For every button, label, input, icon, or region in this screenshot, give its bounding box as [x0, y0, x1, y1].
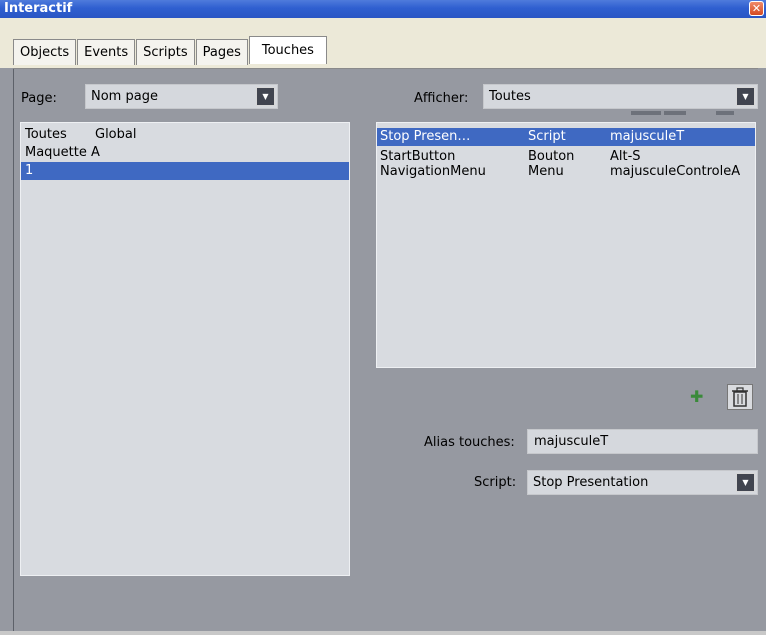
list-item[interactable]: Toutes Global [21, 126, 349, 144]
status-strip [0, 631, 766, 635]
tab-events[interactable]: Events [77, 39, 136, 65]
sort-tab[interactable] [716, 111, 734, 115]
list-item[interactable]: Maquette A [21, 144, 349, 162]
alias-label: Alias touches: [424, 435, 515, 450]
list-item-selected[interactable]: 1 [21, 162, 349, 180]
shortcut-type: Script [528, 129, 566, 144]
chevron-down-icon[interactable]: ▼ [256, 87, 275, 106]
show-select[interactable]: Toutes ▼ [483, 84, 758, 109]
tab-pages[interactable]: Pages [195, 39, 248, 65]
page-label: Page: [21, 91, 57, 106]
alias-field[interactable]: majusculeT [527, 429, 758, 454]
tab-objects[interactable]: Objects [13, 39, 77, 65]
tab-scripts[interactable]: Scripts [136, 39, 195, 65]
window-title: Interactif [4, 1, 73, 16]
chevron-down-icon[interactable]: ▼ [736, 473, 755, 492]
page-list[interactable]: Toutes Global Maquette A 1 [20, 122, 350, 576]
list-item-scope: Global [95, 127, 137, 142]
list-item-label: 1 [25, 163, 34, 178]
table-row[interactable]: NavigationMenu Menu majusculeControleA [377, 163, 755, 181]
touches-panel: Page: Nom page ▼ Toutes Global Maquette … [13, 69, 766, 631]
table-row-selected[interactable]: Stop Presen… Script majusculeT [377, 128, 755, 146]
title-bar[interactable]: Interactif ✕ [0, 0, 766, 18]
sort-tab[interactable] [664, 111, 686, 115]
shortcut-list[interactable]: Stop Presen… Script majusculeT StartButt… [376, 122, 756, 368]
script-select[interactable]: Stop Presentation ▼ [527, 470, 758, 495]
interactif-window: Interactif ✕ Objects Events Scripts Page… [0, 0, 766, 635]
trash-icon[interactable] [727, 384, 753, 410]
page-select[interactable]: Nom page ▼ [85, 84, 278, 109]
shortcut-key: majusculeT [610, 129, 685, 144]
tab-touches[interactable]: Touches [248, 36, 327, 64]
show-label: Afficher: [414, 91, 469, 106]
list-item-label: Toutes [25, 127, 67, 142]
show-select-value: Toutes [489, 89, 531, 104]
page-select-value: Nom page [91, 89, 158, 104]
shortcut-name: Stop Presen… [380, 129, 471, 144]
shortcut-key: majusculeControleA [610, 164, 741, 179]
script-label: Script: [474, 475, 517, 490]
tab-strip: Objects Events Scripts Pages Touches [0, 18, 766, 68]
plus-icon[interactable]: ✚ [690, 387, 703, 406]
trash-icon-glyph [732, 387, 748, 407]
close-button[interactable]: ✕ [749, 1, 764, 16]
sort-tab[interactable] [631, 111, 661, 115]
chevron-down-icon[interactable]: ▼ [736, 87, 755, 106]
close-icon: ✕ [751, 2, 762, 15]
alias-field-value: majusculeT [534, 434, 609, 449]
list-item-label: Maquette A [25, 145, 100, 160]
script-select-value: Stop Presentation [533, 475, 649, 490]
shortcut-type: Menu [528, 164, 564, 179]
shortcut-name: NavigationMenu [380, 164, 486, 179]
